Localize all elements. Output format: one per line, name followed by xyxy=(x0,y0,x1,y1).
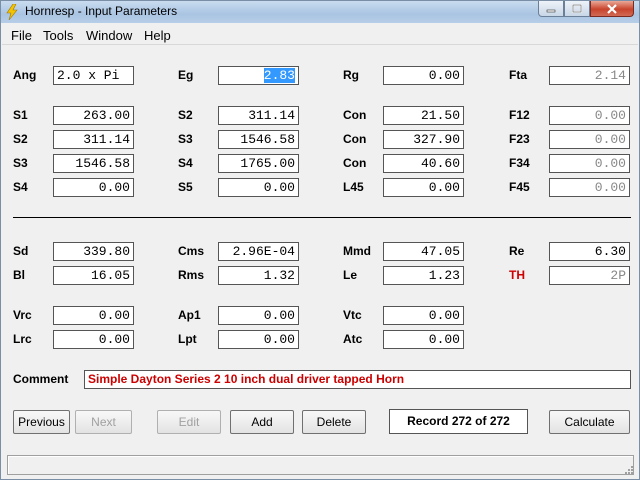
label-f23: F23 xyxy=(509,132,530,146)
edit-button[interactable]: Edit xyxy=(157,410,221,434)
label-s4-a: S4 xyxy=(178,156,193,170)
field-th[interactable]: 2P xyxy=(549,266,630,285)
maximize-icon xyxy=(572,4,582,13)
field-f23: 0.00 xyxy=(549,130,630,149)
label-vrc: Vrc xyxy=(13,308,32,322)
label-lpt: Lpt xyxy=(178,332,197,346)
field-s5[interactable]: 0.00 xyxy=(218,178,299,197)
label-rms: Rms xyxy=(178,268,205,282)
field-cms[interactable]: 2.96E-04 xyxy=(218,242,299,261)
hornresp-window: Hornresp - Input Parameters File Tools W… xyxy=(0,0,640,480)
status-bar xyxy=(7,455,634,475)
field-atc[interactable]: 0.00 xyxy=(383,330,464,349)
label-cms: Cms xyxy=(178,244,205,258)
minimize-button[interactable] xyxy=(538,1,564,17)
label-s4-b: S4 xyxy=(13,180,28,194)
field-ap1[interactable]: 0.00 xyxy=(218,306,299,325)
field-eg[interactable]: 2.83 xyxy=(218,66,299,85)
menu-bar: File Tools Window Help xyxy=(2,25,638,45)
label-mmd: Mmd xyxy=(343,244,371,258)
label-f12: F12 xyxy=(509,108,530,122)
close-button[interactable] xyxy=(590,1,634,17)
field-sd[interactable]: 339.80 xyxy=(53,242,134,261)
window-title: Hornresp - Input Parameters xyxy=(25,4,178,18)
maximize-button[interactable] xyxy=(564,1,590,17)
close-icon xyxy=(607,3,617,14)
field-fta: 2.14 xyxy=(549,66,630,85)
input-parameters-panel: Ang 2.0 x Pi Eg 2.83 Rg 0.00 Fta 2.14 S1… xyxy=(2,46,638,479)
menu-file[interactable]: File xyxy=(11,28,32,43)
field-f12: 0.00 xyxy=(549,106,630,125)
label-comment: Comment xyxy=(13,372,69,386)
field-s4-b[interactable]: 0.00 xyxy=(53,178,134,197)
record-counter: Record 272 of 272 xyxy=(389,409,528,434)
label-vtc: Vtc xyxy=(343,308,362,322)
label-s3-a: S3 xyxy=(178,132,193,146)
field-mmd[interactable]: 47.05 xyxy=(383,242,464,261)
delete-button[interactable]: Delete xyxy=(302,410,366,434)
field-con-3[interactable]: 40.60 xyxy=(383,154,464,173)
label-sd: Sd xyxy=(13,244,29,258)
field-lpt[interactable]: 0.00 xyxy=(218,330,299,349)
label-con-1: Con xyxy=(343,108,367,122)
label-fta: Fta xyxy=(509,68,527,82)
field-vtc[interactable]: 0.00 xyxy=(383,306,464,325)
label-s2-b: S2 xyxy=(13,132,28,146)
menu-window[interactable]: Window xyxy=(86,28,132,43)
label-rg: Rg xyxy=(343,68,359,82)
field-rg[interactable]: 0.00 xyxy=(383,66,464,85)
field-s2-a[interactable]: 311.14 xyxy=(218,106,299,125)
label-f45: F45 xyxy=(509,180,530,194)
menu-help[interactable]: Help xyxy=(144,28,171,43)
field-s3-b[interactable]: 1546.58 xyxy=(53,154,134,173)
field-s1[interactable]: 263.00 xyxy=(53,106,134,125)
minimize-icon xyxy=(546,9,556,12)
field-l45[interactable]: 0.00 xyxy=(383,178,464,197)
label-re: Re xyxy=(509,244,525,258)
field-lrc[interactable]: 0.00 xyxy=(53,330,134,349)
field-f45: 0.00 xyxy=(549,178,630,197)
field-s4-a[interactable]: 1765.00 xyxy=(218,154,299,173)
title-bar[interactable]: Hornresp - Input Parameters xyxy=(1,1,639,23)
lightning-icon xyxy=(6,4,18,20)
field-rms[interactable]: 1.32 xyxy=(218,266,299,285)
label-bl: Bl xyxy=(13,268,25,282)
resize-grip-icon[interactable] xyxy=(622,463,634,475)
label-eg: Eg xyxy=(178,68,194,82)
field-s2-b[interactable]: 311.14 xyxy=(53,130,134,149)
label-f34: F34 xyxy=(509,156,530,170)
comment-field[interactable]: Simple Dayton Series 2 10 inch dual driv… xyxy=(84,370,631,389)
label-con-3: Con xyxy=(343,156,367,170)
field-f34: 0.00 xyxy=(549,154,630,173)
field-bl[interactable]: 16.05 xyxy=(53,266,134,285)
field-le[interactable]: 1.23 xyxy=(383,266,464,285)
label-ang: Ang xyxy=(13,68,37,82)
label-atc: Atc xyxy=(343,332,363,346)
label-s5: S5 xyxy=(178,180,193,194)
label-l45: L45 xyxy=(343,180,364,194)
label-ap1: Ap1 xyxy=(178,308,201,322)
field-vrc[interactable]: 0.00 xyxy=(53,306,134,325)
label-s2-a: S2 xyxy=(178,108,193,122)
field-eg-value: 2.83 xyxy=(263,68,295,83)
field-con-1[interactable]: 21.50 xyxy=(383,106,464,125)
previous-button[interactable]: Previous xyxy=(13,410,70,434)
label-con-2: Con xyxy=(343,132,367,146)
field-ang[interactable]: 2.0 x Pi xyxy=(53,66,134,85)
field-s3-a[interactable]: 1546.58 xyxy=(218,130,299,149)
menu-tools[interactable]: Tools xyxy=(43,28,73,43)
label-th: TH xyxy=(509,268,525,282)
next-button[interactable]: Next xyxy=(75,410,132,434)
add-button[interactable]: Add xyxy=(230,410,294,434)
label-le: Le xyxy=(343,268,358,282)
label-s3-b: S3 xyxy=(13,156,28,170)
label-s1: S1 xyxy=(13,108,28,122)
section-divider xyxy=(13,217,631,218)
label-lrc: Lrc xyxy=(13,332,32,346)
field-re[interactable]: 6.30 xyxy=(549,242,630,261)
calculate-button[interactable]: Calculate xyxy=(549,410,630,434)
field-con-2[interactable]: 327.90 xyxy=(383,130,464,149)
